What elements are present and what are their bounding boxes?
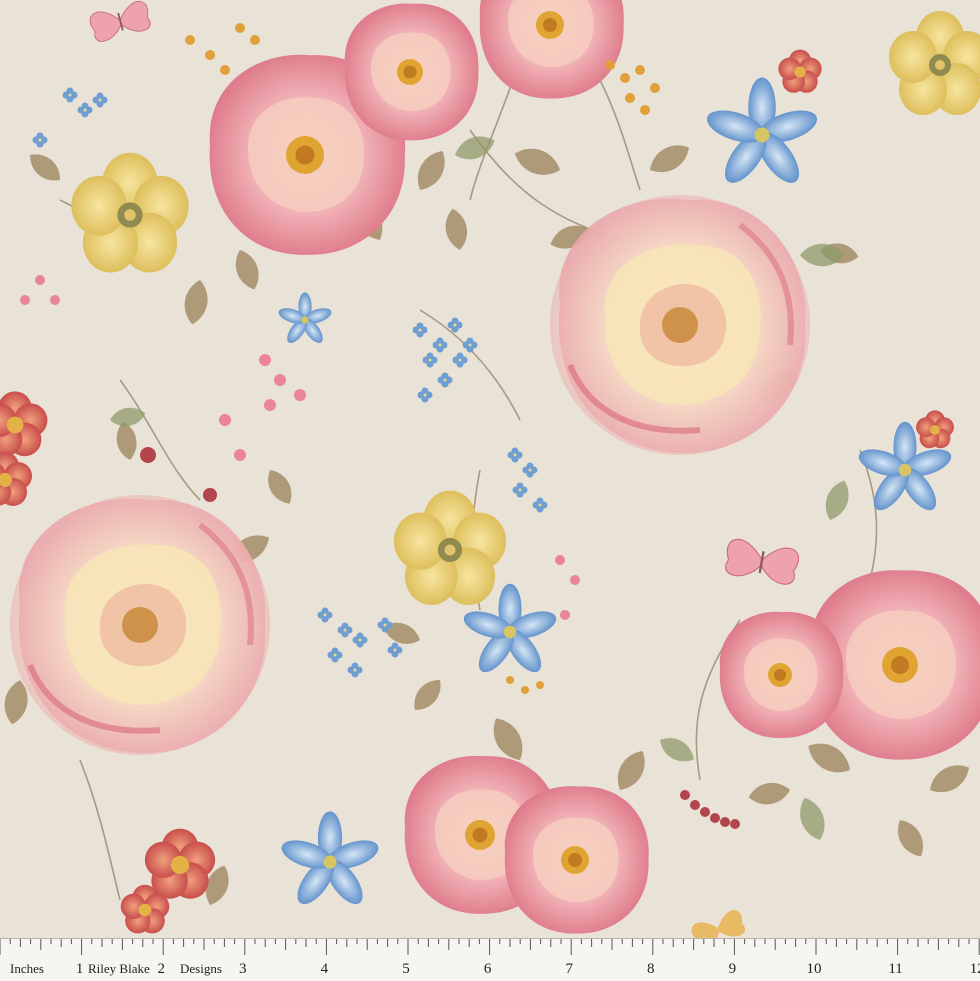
ruler-number: 8 xyxy=(647,961,655,977)
ruler-number: 9 xyxy=(728,961,737,977)
ruler-number: 3 xyxy=(239,961,247,977)
ruler-number: 5 xyxy=(402,961,410,977)
ruler-unit-label: Inches xyxy=(10,961,44,976)
ruler-number: 10 xyxy=(806,961,822,977)
ruler-number: 11 xyxy=(888,961,903,977)
rose-pink-right-small xyxy=(719,611,844,739)
ruler-number: 4 xyxy=(320,961,329,977)
rose-pink-bottom-2 xyxy=(504,786,649,934)
floral-fabric-print xyxy=(0,0,980,938)
rose-pink-top-small xyxy=(344,3,479,141)
ruler-number: 1 xyxy=(75,961,84,977)
rose-pale-left xyxy=(10,495,270,755)
selvage-ruler: Inches Riley Blake Designs 1 2 3 4 5 6 7 8 9 10 11… xyxy=(0,938,980,981)
ruler-number: 12 xyxy=(969,961,980,977)
ruler-number: 7 xyxy=(565,961,573,977)
ruler-number: 2 xyxy=(157,961,165,977)
ruler-brand-left: Riley Blake xyxy=(88,961,150,976)
ruler-number: 6 xyxy=(483,961,492,977)
rose-pale-right xyxy=(550,195,810,455)
ruler-brand-right: Designs xyxy=(180,961,222,976)
